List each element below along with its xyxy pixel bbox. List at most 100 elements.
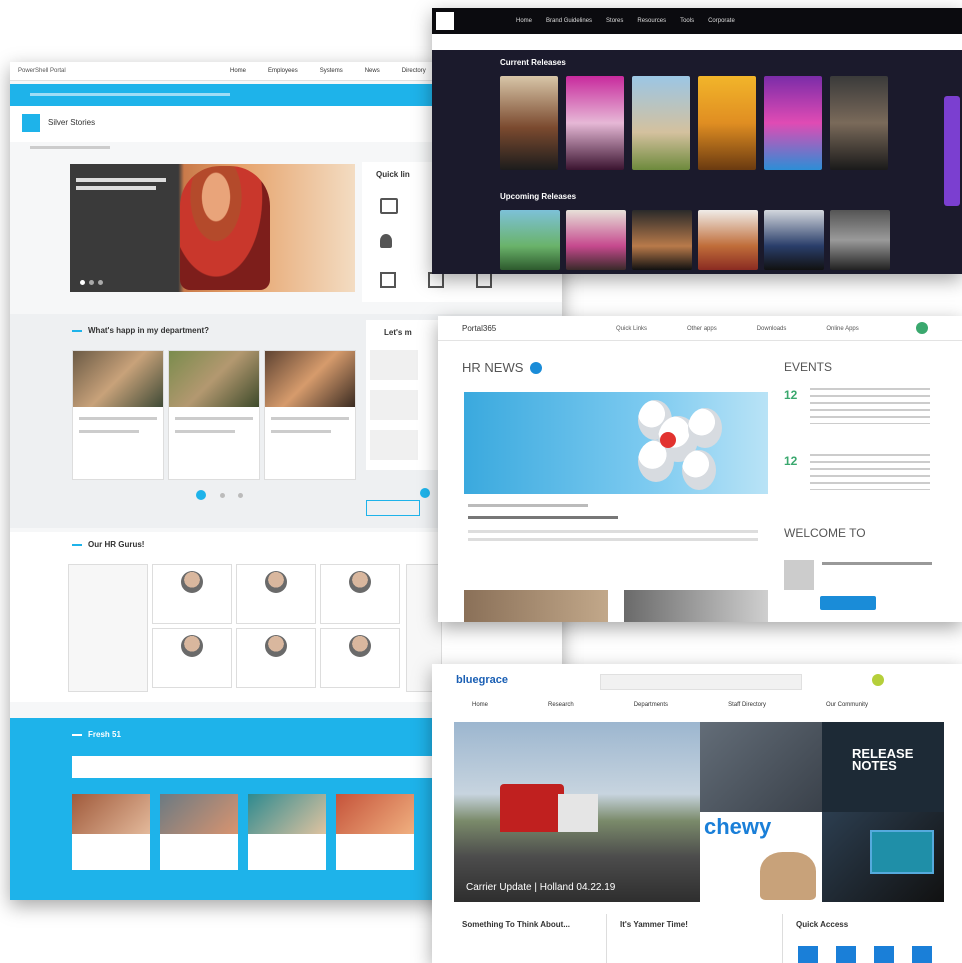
avatar (349, 571, 371, 593)
sub-bar (432, 34, 962, 50)
nav-item[interactable]: Staff Directory (728, 702, 766, 708)
nav-item[interactable]: News (365, 68, 380, 74)
calendar-icon[interactable] (380, 198, 398, 214)
news-thumbnail[interactable] (464, 590, 608, 622)
news-card[interactable] (264, 350, 356, 480)
quick-access-icon[interactable] (836, 946, 856, 963)
nav-item[interactable]: Home (472, 702, 488, 708)
movie-poster[interactable] (830, 210, 890, 270)
pager-dot-active[interactable] (196, 490, 206, 500)
hero-caption-line (76, 186, 156, 190)
carousel-dot[interactable] (80, 280, 85, 285)
events-title: EVENTS (784, 360, 833, 374)
photo-card[interactable] (72, 794, 150, 870)
person-card[interactable] (320, 564, 400, 624)
avatar (181, 571, 203, 593)
nav-item[interactable]: Downloads (757, 326, 787, 332)
date-tile[interactable] (370, 350, 418, 380)
nav-item[interactable]: Corporate (708, 18, 735, 24)
balloon-graphic (688, 408, 722, 448)
news-card[interactable] (72, 350, 164, 480)
page-icon (22, 114, 40, 132)
news-tile[interactable]: chewy (700, 812, 822, 902)
notification-icon[interactable] (872, 674, 884, 686)
nav-item[interactable]: Home (516, 18, 532, 24)
nav-item[interactable]: Online Apps (826, 326, 858, 332)
news-tile[interactable] (700, 722, 822, 812)
nav-item[interactable]: Brand Guidelines (546, 18, 592, 24)
site-logo: bluegrace (456, 674, 508, 686)
app-icon[interactable] (476, 272, 492, 288)
person-card[interactable] (236, 628, 316, 688)
nav-item[interactable]: Home (230, 68, 246, 74)
date-tile[interactable] (370, 430, 418, 460)
nav-item[interactable]: Employees (268, 68, 298, 74)
dog-photo (760, 852, 816, 900)
movie-poster[interactable] (698, 210, 758, 270)
learn-more-button[interactable] (820, 596, 876, 610)
movie-poster[interactable] (500, 76, 558, 170)
news-banner-image[interactable] (464, 392, 768, 494)
news-card[interactable] (168, 350, 260, 480)
user-icon[interactable] (916, 322, 928, 334)
nav-item[interactable]: Resources (637, 18, 666, 24)
nav-item[interactable]: Directory (402, 68, 426, 74)
nav-item[interactable]: Systems (320, 68, 343, 74)
nav-item[interactable]: Stores (606, 18, 623, 24)
person-icon[interactable] (380, 234, 392, 248)
nav-item[interactable]: Quick Links (616, 326, 647, 332)
pager-dot-active[interactable] (420, 488, 430, 498)
logo-mark (660, 432, 676, 448)
carousel-dot[interactable] (98, 280, 103, 285)
photo-card[interactable] (160, 794, 238, 870)
article-headline (468, 516, 618, 519)
person-card[interactable] (152, 564, 232, 624)
nav-item[interactable]: Our Community (826, 702, 868, 708)
food-icon[interactable] (380, 272, 396, 288)
movie-poster[interactable] (830, 76, 888, 170)
pager-dot[interactable] (238, 493, 243, 498)
nav-item[interactable]: Departments (634, 702, 668, 708)
date-tile[interactable] (370, 390, 418, 420)
photo (336, 794, 414, 834)
movie-poster[interactable] (698, 76, 756, 170)
quick-access-icon[interactable] (874, 946, 894, 963)
article-date (468, 504, 588, 507)
event-item[interactable] (810, 388, 930, 424)
truck-trailer (558, 794, 598, 832)
movie-poster[interactable] (764, 210, 824, 270)
nav-item[interactable]: Tools (680, 18, 694, 24)
title-accent (72, 330, 82, 332)
person-card[interactable] (152, 628, 232, 688)
article-text (468, 538, 758, 541)
pager-dot[interactable] (220, 493, 225, 498)
view-all-button[interactable] (366, 500, 420, 516)
news-tile[interactable] (822, 812, 944, 902)
hero-image[interactable]: Carrier Update | Holland 04.22.19 (454, 722, 700, 902)
movie-poster[interactable] (632, 76, 690, 170)
person-card[interactable] (320, 628, 400, 688)
quick-access-icon[interactable] (798, 946, 818, 963)
hr-filter-list[interactable] (68, 564, 148, 692)
welcome-name (822, 562, 932, 565)
laptop-icon[interactable] (428, 272, 444, 288)
photo-card[interactable] (248, 794, 326, 870)
movie-poster[interactable] (500, 210, 560, 270)
side-toolbar[interactable] (944, 96, 960, 206)
movie-poster[interactable] (632, 210, 692, 270)
news-tile[interactable]: RELEASE NOTES (822, 722, 944, 812)
info-icon[interactable] (530, 362, 542, 374)
carousel-dots[interactable] (80, 280, 103, 285)
news-thumbnail[interactable] (624, 590, 768, 622)
carousel-dot[interactable] (89, 280, 94, 285)
photo-card[interactable] (336, 794, 414, 870)
nav-item[interactable]: Research (548, 702, 574, 708)
movie-poster[interactable] (764, 76, 822, 170)
movie-poster[interactable] (566, 76, 624, 170)
movie-poster[interactable] (566, 210, 626, 270)
quick-access-icon[interactable] (912, 946, 932, 963)
person-card[interactable] (236, 564, 316, 624)
search-input[interactable] (600, 674, 802, 690)
nav-item[interactable]: Other apps (687, 326, 717, 332)
event-item[interactable] (810, 454, 930, 490)
